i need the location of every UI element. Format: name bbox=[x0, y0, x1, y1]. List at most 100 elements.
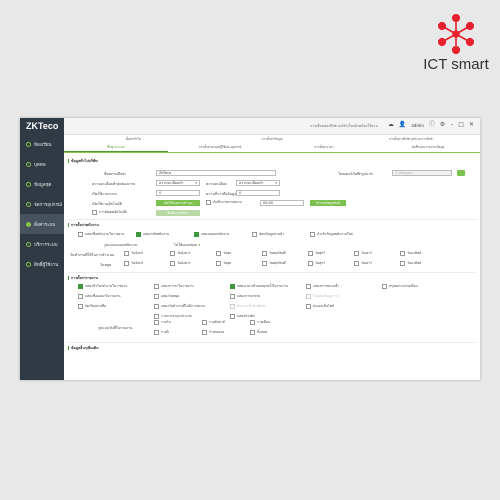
checkbox-box[interactable] bbox=[154, 320, 159, 325]
checkbox-box[interactable] bbox=[154, 284, 159, 289]
checkbox-box[interactable] bbox=[78, 294, 83, 299]
checkbox-box[interactable] bbox=[308, 261, 313, 266]
option-checkbox[interactable]: จัดเรียงตามชื่อ bbox=[78, 304, 106, 309]
cloud-icon[interactable]: ☁ bbox=[388, 122, 394, 128]
checkbox-box[interactable] bbox=[170, 251, 175, 256]
checkbox-box[interactable] bbox=[230, 294, 235, 299]
checkbox-box[interactable] bbox=[216, 251, 221, 256]
option-checkbox[interactable]: วันศุกร์ bbox=[308, 251, 325, 256]
checkbox-box[interactable] bbox=[354, 261, 359, 266]
checkbox-box[interactable] bbox=[308, 251, 313, 256]
option-checkbox[interactable]: แสดงวันทำงานที่ไม่มีการสแกน bbox=[154, 304, 205, 309]
format-option[interactable]: รายสัปดาห์ bbox=[202, 320, 225, 325]
checkbox-box[interactable] bbox=[354, 251, 359, 256]
checkbox-box[interactable] bbox=[194, 232, 199, 237]
format-option[interactable]: รายปี bbox=[154, 330, 169, 335]
option-checkbox[interactable]: วันอังคาร bbox=[170, 251, 191, 256]
checkbox-box[interactable] bbox=[400, 261, 405, 266]
checkbox-box[interactable] bbox=[216, 261, 221, 266]
option-checkbox[interactable]: วันพุธ bbox=[216, 251, 231, 256]
checkbox-box[interactable] bbox=[230, 304, 235, 309]
tab-secondary[interactable]: พื้นฐานระบบ bbox=[64, 143, 168, 152]
option-checkbox[interactable]: สรุปผลรวมรายเดือน bbox=[382, 284, 418, 289]
option-checkbox[interactable]: ซ่อนข้อมูลส่วนตัว bbox=[252, 232, 284, 237]
username[interactable]: admin bbox=[411, 123, 424, 128]
option-checkbox[interactable]: คำนวณชั่วโมงพิเศษ bbox=[230, 304, 265, 309]
format-option[interactable]: กำหนดเอง bbox=[202, 330, 224, 335]
time-input[interactable]: 00:00 bbox=[260, 200, 304, 206]
checkbox-box[interactable] bbox=[78, 284, 83, 289]
option-checkbox[interactable]: วันเสาร์ bbox=[354, 261, 372, 266]
option-checkbox[interactable]: วันศุกร์ bbox=[308, 261, 325, 266]
checkbox-box[interactable] bbox=[306, 284, 311, 289]
option-checkbox[interactable]: วันจันทร์ bbox=[124, 261, 143, 266]
option-checkbox[interactable]: แสดงการสแกนซ้ำ bbox=[306, 284, 339, 289]
user-icon[interactable]: 👤 bbox=[399, 122, 406, 128]
option-checkbox[interactable]: วันอังคาร bbox=[170, 261, 191, 266]
gear-icon[interactable]: ⚙ bbox=[440, 122, 445, 128]
tab-secondary[interactable]: การตั้งค่าแผนกผู้ใช้และอุปกรณ์ bbox=[168, 143, 272, 152]
auto-button[interactable]: เปิดใช้งานการสำรอง bbox=[156, 200, 200, 206]
checkbox-box[interactable] bbox=[230, 314, 235, 319]
option-checkbox[interactable]: แสดงช่วงพัก bbox=[230, 314, 255, 319]
delay-input[interactable]: 0 bbox=[236, 190, 280, 196]
checkbox-box[interactable] bbox=[400, 251, 405, 256]
checkbox-box[interactable] bbox=[230, 284, 235, 289]
option-checkbox[interactable]: วันพฤหัสบดี bbox=[262, 261, 286, 266]
checkbox-box[interactable] bbox=[306, 304, 311, 309]
info-icon[interactable]: ⓘ bbox=[429, 122, 435, 128]
checkbox-box[interactable] bbox=[78, 304, 83, 309]
checkbox-box[interactable] bbox=[124, 251, 129, 256]
checkbox-box[interactable] bbox=[262, 261, 267, 266]
checkbox-box[interactable] bbox=[154, 314, 159, 319]
checkbox-box[interactable] bbox=[154, 294, 159, 299]
sidebar-item[interactable]: จัดการอุปกรณ์ bbox=[20, 194, 64, 214]
option-checkbox[interactable]: วันพฤหัสบดี bbox=[262, 251, 286, 256]
extra-checkbox[interactable]: การอัพเดตอัตโนมัติ bbox=[92, 210, 127, 215]
sidebar-item[interactable]: บริการระบบ bbox=[20, 234, 64, 254]
option-checkbox[interactable]: แสดงแผนกพนักงาน bbox=[194, 232, 229, 237]
checkbox-box[interactable] bbox=[170, 261, 175, 266]
tab-secondary[interactable]: การตั้งค่าเวลา bbox=[272, 143, 376, 152]
option-checkbox[interactable]: รวมการลาทุกประเภท bbox=[154, 314, 192, 319]
close-icon[interactable]: ✕ bbox=[469, 122, 474, 128]
format-option[interactable]: ทั้งหมด bbox=[250, 330, 267, 335]
sidebar-item[interactable]: สิทธิ์ผู้ใช้งาน bbox=[20, 254, 64, 274]
option-checkbox[interactable]: วันเสาร์ bbox=[354, 251, 372, 256]
tab-primary[interactable]: การตั้งค่าข้อมูล bbox=[203, 135, 342, 143]
tab-primary[interactable]: ตั้งค่าทั่วไป bbox=[64, 135, 203, 143]
sidebar-item[interactable]: ห้องเรียน bbox=[20, 134, 64, 154]
checkbox-box[interactable] bbox=[154, 330, 159, 335]
extra-button[interactable]: ยืนยันการตั้งค่า bbox=[156, 210, 200, 216]
option-checkbox[interactable]: แสดงชื่อแผนกในรายงาน bbox=[78, 294, 121, 299]
checkbox-box[interactable] bbox=[78, 232, 83, 237]
option-checkbox[interactable]: แสดงชั่วโมงทำงานในรายงาน bbox=[78, 284, 127, 289]
resolution-select[interactable]: ความละเอียดต่ำ bbox=[236, 180, 280, 186]
tab-primary[interactable]: การตั้งค่าเซิร์ฟเวอร์และการซิงค์ bbox=[341, 135, 480, 143]
option-checkbox[interactable]: แสดงชื่อพนักงานในรายงาน bbox=[78, 232, 124, 237]
checkbox-box[interactable] bbox=[202, 330, 207, 335]
checkbox-box[interactable] bbox=[154, 304, 159, 309]
checkbox-box[interactable] bbox=[136, 232, 141, 237]
format-option[interactable]: รายเดือน bbox=[250, 320, 270, 325]
sidebar-item[interactable]: บุคคล bbox=[20, 154, 64, 174]
option-checkbox[interactable]: ส่งออกเป็นไฟล์ bbox=[306, 304, 334, 309]
tab-secondary[interactable]: บันทึกและรายงานข้อมูล bbox=[376, 143, 480, 152]
format-select[interactable]: ความละเอียดต่ำ bbox=[156, 180, 200, 186]
sidebar-item[interactable]: ตั้งค่าระบบ bbox=[20, 214, 64, 234]
option-checkbox[interactable]: วันพุธ bbox=[216, 261, 231, 266]
maximize-icon[interactable]: □ bbox=[458, 122, 464, 128]
checkbox-box[interactable] bbox=[250, 330, 255, 335]
checkbox-box[interactable] bbox=[306, 294, 311, 299]
checkbox-box[interactable] bbox=[124, 261, 129, 266]
checkbox-box[interactable] bbox=[262, 251, 267, 256]
sidebar-item[interactable]: ข้อมูลชุด bbox=[20, 174, 64, 194]
folder-icon[interactable] bbox=[457, 170, 465, 176]
option-checkbox[interactable]: แสดงรหัสพนักงาน bbox=[136, 232, 169, 237]
format-option[interactable]: รายวัน bbox=[154, 320, 171, 325]
minimize-icon[interactable]: – bbox=[450, 122, 453, 128]
checkbox-box[interactable] bbox=[310, 232, 315, 237]
checkbox-box[interactable] bbox=[382, 284, 387, 289]
option-checkbox[interactable]: นำเข้าข้อมูลพนักงานใหม่ bbox=[310, 232, 353, 237]
logo-path-input[interactable]: C:\images bbox=[392, 170, 452, 176]
